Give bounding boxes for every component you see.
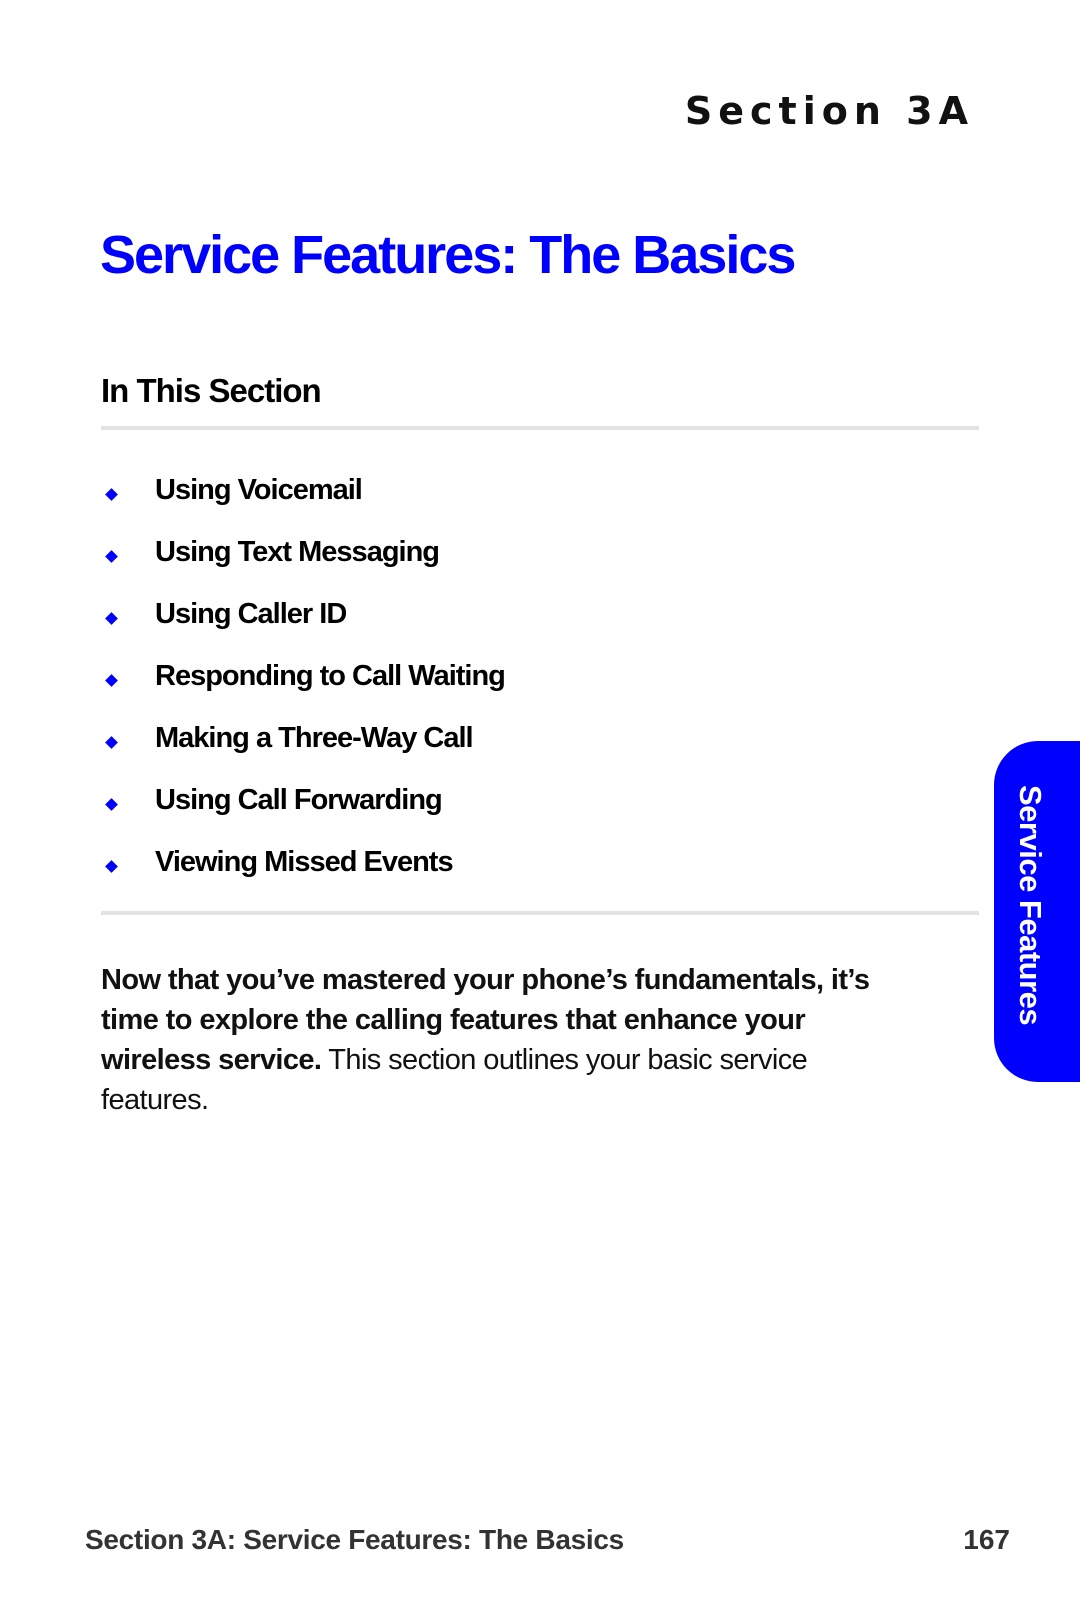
in-this-section-heading: In This Section bbox=[101, 372, 322, 409]
topic-label: Using Caller ID bbox=[155, 597, 347, 630]
section-label: Section 3A bbox=[684, 89, 974, 133]
topic-label: Using Voicemail bbox=[155, 473, 363, 506]
list-item[interactable]: Using Caller ID bbox=[101, 583, 505, 645]
topic-label: Making a Three-Way Call bbox=[155, 721, 474, 754]
page-title: Service Features: The Basics bbox=[100, 225, 796, 285]
topic-label: Using Text Messaging bbox=[155, 535, 440, 568]
diamond-bullet-icon bbox=[104, 797, 118, 811]
topic-label: Using Call Forwarding bbox=[155, 783, 443, 816]
list-item[interactable]: Using Text Messaging bbox=[101, 521, 505, 583]
diamond-bullet-icon bbox=[104, 487, 118, 501]
side-tab-label: Service Features bbox=[1013, 785, 1048, 1026]
bottom-divider bbox=[101, 911, 979, 915]
list-item[interactable]: Making a Three-Way Call bbox=[101, 707, 505, 769]
diamond-bullet-icon bbox=[104, 549, 118, 563]
list-item[interactable]: Using Call Forwarding bbox=[101, 769, 505, 831]
list-item[interactable]: Responding to Call Waiting bbox=[101, 645, 506, 707]
intro-paragraph: Now that you’ve mastered your phone’s fu… bbox=[101, 960, 901, 1120]
diamond-bullet-icon bbox=[104, 611, 118, 625]
list-item[interactable]: Using Voicemail bbox=[101, 459, 505, 521]
diamond-bullet-icon bbox=[104, 735, 118, 749]
topic-list: Using Voicemail Using Text Messaging Usi… bbox=[101, 459, 506, 893]
page-number: 167 bbox=[963, 1524, 1010, 1555]
footer-title: Section 3A: Service Features: The Basics bbox=[85, 1524, 624, 1555]
diamond-bullet-icon bbox=[104, 673, 118, 687]
list-item[interactable]: Viewing Missed Events bbox=[101, 831, 505, 893]
diamond-bullet-icon bbox=[104, 859, 118, 873]
top-divider bbox=[101, 426, 979, 430]
topic-label: Viewing Missed Events bbox=[155, 845, 454, 878]
topic-label: Responding to Call Waiting bbox=[155, 659, 506, 692]
